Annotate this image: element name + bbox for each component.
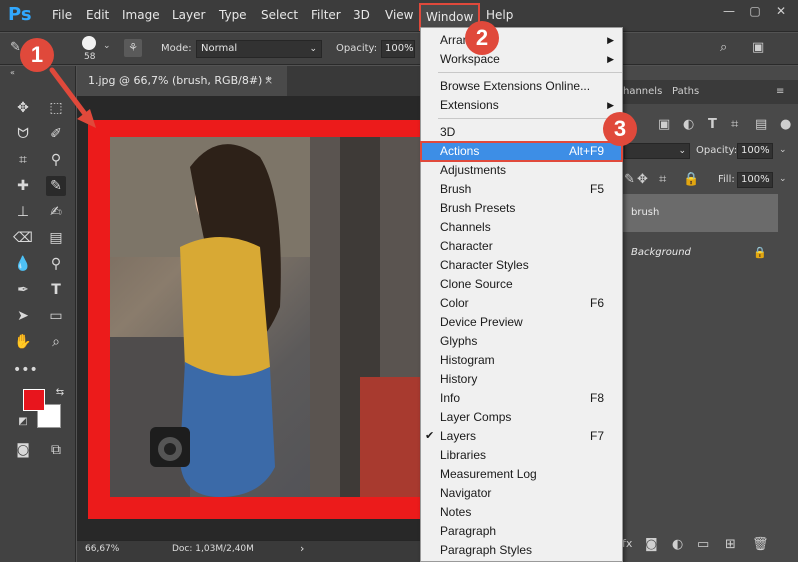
callout-step-3: 3 <box>603 112 637 146</box>
callout-step-1: 1 <box>20 38 54 72</box>
annotation-arrow <box>49 67 96 128</box>
annotation-arrow-line <box>49 67 91 121</box>
annotation-arrow-head <box>77 109 96 128</box>
foreground-color-swatch[interactable] <box>23 389 45 411</box>
callout-step-2: 2 <box>465 21 499 55</box>
